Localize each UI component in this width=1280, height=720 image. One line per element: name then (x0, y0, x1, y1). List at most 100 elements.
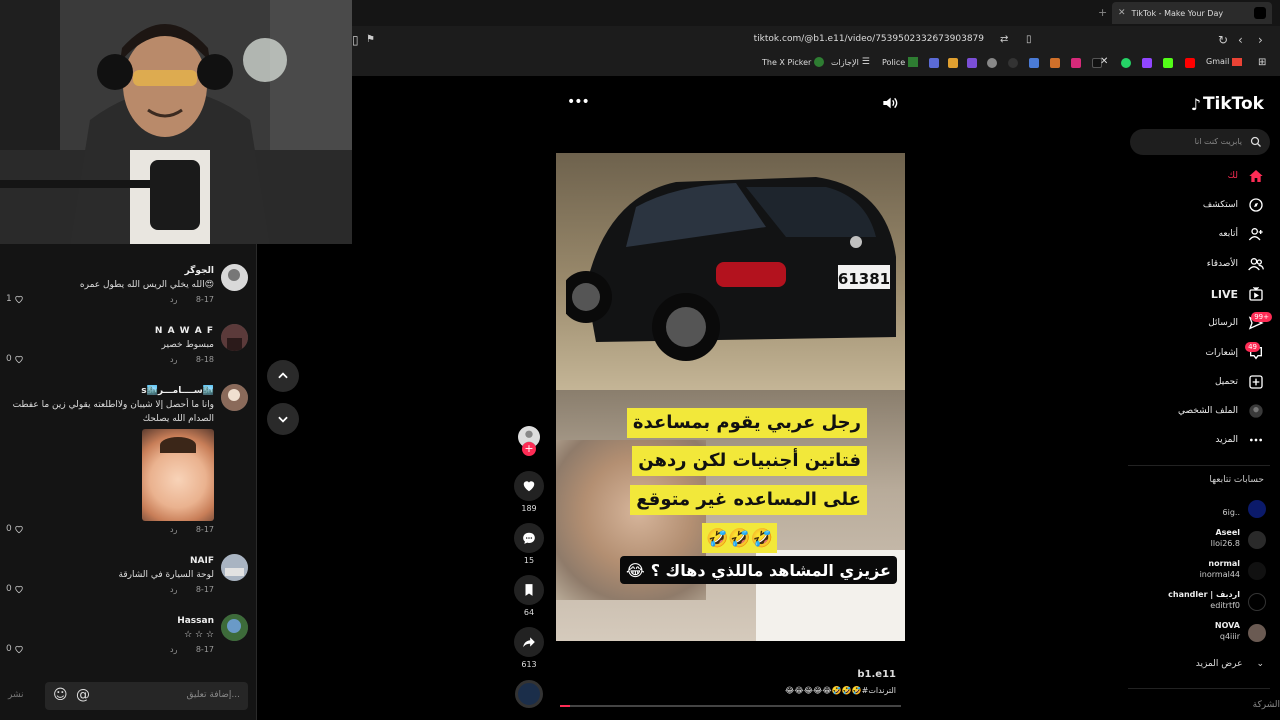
bookmark-vacations[interactable]: الإجازات ☰ (831, 57, 870, 67)
search-input[interactable]: يابريت كنت انا (1130, 129, 1270, 155)
mention-icon[interactable]: @ (76, 687, 90, 703)
share-button[interactable]: 613 (512, 627, 546, 669)
sidebar-item-more[interactable]: المزيد (1124, 429, 1264, 451)
comment-button[interactable]: 15 (512, 523, 546, 565)
like-count: 0 (6, 644, 12, 654)
previous-video-button[interactable] (267, 360, 299, 392)
save-button[interactable]: 64 (512, 575, 546, 617)
emoji-icon[interactable]: ☺ (53, 687, 68, 703)
like-comment-button[interactable]: 0 (6, 584, 24, 594)
sidebar-item-profile[interactable]: الملف الشخصي (1124, 400, 1264, 422)
sidebar-item-upload[interactable]: تحميل (1124, 371, 1264, 393)
bookmark-icon-3[interactable] (967, 58, 977, 68)
reply-link[interactable]: رد (170, 525, 177, 534)
following-account[interactable]: normal inormal44 (1134, 558, 1266, 584)
kick-icon[interactable] (1163, 58, 1173, 68)
comment-username[interactable]: s🏙️ســــامـــر🏙️ (141, 386, 214, 396)
share-count: 613 (521, 660, 537, 669)
url-field[interactable]: tiktok.com/@b1.e11/video/753950233267390… (754, 34, 984, 44)
like-comment-button[interactable]: 0 (6, 644, 24, 654)
webcam-image (0, 0, 352, 244)
bookmark-icon-7[interactable] (1050, 58, 1060, 68)
sidebar-item-friends[interactable]: الأصدقاء (1124, 253, 1264, 275)
tab-tiktok[interactable]: ✕ TikTok - Make Your Day (1112, 2, 1272, 24)
video-progress-bar[interactable] (560, 705, 901, 707)
comment-input[interactable]: إضافة تعليق... ☺ @ (45, 682, 248, 710)
bookmark-icon-5[interactable] (1008, 58, 1018, 68)
instagram-icon[interactable] (1071, 58, 1081, 68)
tab-actions-icon[interactable]: ⚑ (366, 34, 378, 46)
sidebar-item-label: الرسائل (1208, 318, 1238, 328)
like-count: 0 (6, 584, 12, 594)
reply-link[interactable]: رد (170, 295, 177, 304)
sidebar-item-label: استكشف (1202, 200, 1238, 210)
reload-icon[interactable]: ↻ (1218, 34, 1230, 46)
bookmark-icon-6[interactable] (1029, 58, 1039, 68)
bookmark-the-x-picker[interactable]: The X Picker (762, 57, 825, 67)
sound-disc[interactable] (512, 680, 546, 708)
avatar[interactable] (221, 614, 248, 641)
avatar[interactable] (221, 554, 248, 581)
webcam-overlay (0, 0, 352, 244)
avatar[interactable] (221, 384, 248, 411)
comment-username[interactable]: NAIF (190, 556, 214, 566)
creator-avatar[interactable]: + (512, 426, 546, 456)
volume-icon[interactable] (882, 96, 898, 110)
following-account[interactable]: chandler | اردبف editrtf0 (1134, 589, 1266, 615)
heart-icon (523, 481, 535, 492)
bookmark-icon-4[interactable] (987, 58, 997, 68)
music-disc-icon (515, 680, 543, 708)
chevron-up-icon (278, 372, 288, 379)
twitch-icon[interactable] (1142, 58, 1152, 68)
youtube-icon[interactable] (1185, 58, 1195, 68)
comment-username[interactable]: الجوگر (185, 266, 214, 276)
following-account[interactable]: 6ig.. (1134, 496, 1266, 522)
close-tab-icon[interactable]: ✕ (1118, 8, 1126, 18)
whatsapp-icon[interactable] (1121, 58, 1131, 68)
avatar[interactable] (221, 324, 248, 351)
bookmark-gmail[interactable]: Gmail (1206, 57, 1243, 66)
reply-link[interactable]: رد (170, 585, 177, 594)
comment-text: لوحة السيارة في الشارقة (118, 570, 214, 580)
post-comment-button[interactable]: نشر (8, 690, 24, 700)
forward-icon[interactable]: › (1258, 34, 1270, 46)
next-video-button[interactable] (267, 403, 299, 435)
like-comment-button[interactable]: 1 (6, 294, 24, 304)
sidebar-toggle-icon[interactable]: ▯ (352, 34, 364, 46)
new-tab-icon[interactable]: + (1098, 6, 1107, 19)
back-icon[interactable]: ‹ (1238, 34, 1250, 46)
search-icon[interactable] (1250, 136, 1262, 148)
bookmark-police[interactable]: Police (882, 57, 919, 67)
following-account[interactable]: Aseel lloi26.8 (1134, 527, 1266, 553)
more-options-icon[interactable]: ••• (567, 94, 590, 110)
like-comment-button[interactable]: 0 (6, 354, 24, 364)
footer-company-link[interactable]: الشركة (1253, 700, 1280, 710)
comment-username[interactable]: N A W A F (155, 326, 214, 336)
sidebar-item-notifications[interactable]: إشعارات (1124, 342, 1264, 364)
sidebar-item-messages[interactable]: الرسائل (1124, 312, 1264, 334)
avatar[interactable] (221, 264, 248, 291)
tiktok-wordmark: TikTok (1202, 94, 1264, 114)
tiktok-logo[interactable]: ♪ TikTok (1191, 94, 1264, 114)
site-settings-icon[interactable]: ⇄ (1000, 34, 1012, 46)
apps-grid-icon[interactable]: ⊞ (1258, 57, 1266, 68)
sidebar-item-for-you[interactable]: لك (1124, 165, 1264, 187)
bookmarks-bar: The X Picker الإجازات ☰ Police ✕ Gmail ⊞ (352, 53, 1280, 73)
comment-username[interactable]: Hassan (177, 616, 214, 626)
see-more-link[interactable]: عرض المزيد ⌄ (1196, 659, 1264, 669)
follow-plus-icon[interactable]: + (522, 442, 536, 456)
reply-link[interactable]: رد (170, 355, 177, 364)
like-button[interactable]: 189 (512, 471, 546, 513)
sidebar-item-explore[interactable]: استكشف (1124, 194, 1264, 216)
following-account[interactable]: NOVA q4iiir (1134, 620, 1266, 646)
video-author[interactable]: b1.e11 (857, 669, 896, 680)
like-comment-button[interactable]: 0 (6, 524, 24, 534)
bookmark-icon-1[interactable] (929, 58, 939, 68)
tab-bar: + ✕ TikTok - Make Your Day (352, 0, 1280, 26)
bookmark-icon-2[interactable] (948, 58, 958, 68)
bookmark-icon[interactable]: ▯ (1026, 34, 1038, 46)
sidebar-item-following[interactable]: أتابعه (1124, 223, 1264, 245)
x-bookmark-icon[interactable]: ✕ (1100, 56, 1108, 67)
reply-link[interactable]: رد (170, 645, 177, 654)
sidebar-item-live[interactable]: LIVE (1124, 283, 1264, 305)
